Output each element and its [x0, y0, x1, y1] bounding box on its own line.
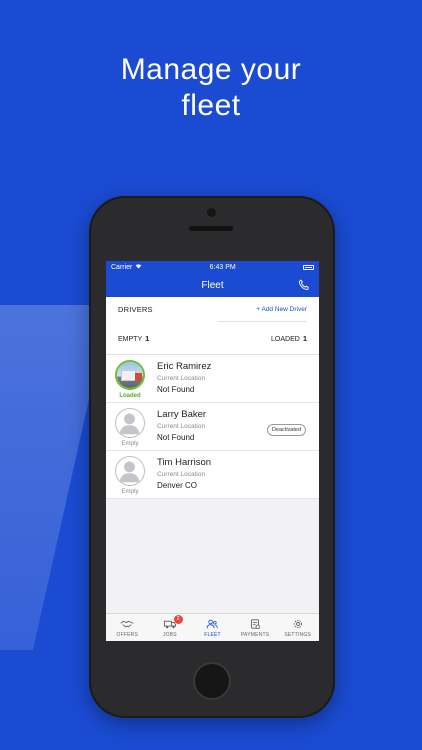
- location-label: Current Location: [157, 375, 206, 382]
- truck-trailer: [121, 370, 136, 381]
- carrier-label: Carrier: [111, 263, 133, 271]
- add-new-driver-button[interactable]: + Add New Driver: [256, 306, 307, 313]
- home-button[interactable]: [193, 662, 231, 700]
- counts-row: EMPTY 1 LOADED 1: [118, 322, 307, 354]
- nav-title: Fleet: [201, 279, 224, 291]
- headline-line-1: Manage your: [120, 53, 302, 86]
- phone-frame: Carrier 6:43 PM Fleet DRIVERS + Add New …: [89, 196, 335, 718]
- driver-row[interactable]: Loaded Eric Ramirez Current Location Not…: [106, 355, 319, 403]
- driver-status: Empty: [121, 441, 139, 447]
- location-label: Current Location: [157, 471, 206, 478]
- status-bar: Carrier 6:43 PM: [106, 261, 319, 273]
- driver-name: Larry Baker: [157, 409, 207, 420]
- tab-label: FLEET: [204, 632, 221, 638]
- jobs-badge: 2: [173, 615, 183, 624]
- status-time: 6:43 PM: [209, 263, 236, 271]
- truck-cab: [135, 373, 142, 381]
- driver-status: Empty: [121, 489, 139, 495]
- loaded-label: LOADED: [271, 335, 300, 343]
- phone-call-icon[interactable]: [297, 278, 311, 292]
- phone-speaker: [189, 226, 233, 231]
- tab-bar: OFFERS 2 JOBS FLEET PAYMENTS SETTINGS: [106, 613, 319, 641]
- tab-offers[interactable]: OFFERS: [106, 614, 149, 641]
- truck-photo: [117, 362, 143, 388]
- payments-icon: [251, 619, 261, 630]
- tab-label: SETTINGS: [284, 632, 311, 638]
- headline: Manage your fleet: [0, 52, 422, 124]
- driver-name: Eric Ramirez: [157, 361, 212, 372]
- empty-count: 1: [145, 333, 150, 343]
- empty-count-group: EMPTY 1: [118, 334, 149, 343]
- tab-jobs[interactable]: 2 JOBS: [149, 614, 192, 641]
- wifi-icon: [135, 263, 142, 271]
- empty-label: EMPTY: [118, 335, 143, 343]
- people-icon: [207, 619, 219, 629]
- tab-settings[interactable]: SETTINGS: [276, 614, 319, 641]
- drivers-label: DRIVERS: [118, 304, 153, 314]
- battery-icon: [303, 264, 314, 270]
- tab-label: PAYMENTS: [240, 632, 270, 638]
- drivers-summary: DRIVERS + Add New Driver EMPTY 1 LOADED 1: [106, 297, 319, 355]
- tab-fleet[interactable]: FLEET: [191, 614, 234, 641]
- gear-icon: [293, 619, 302, 629]
- driver-avatar-truck-photo: [115, 360, 145, 390]
- phone-camera: [207, 208, 216, 217]
- driver-name: Tim Harrison: [157, 457, 212, 468]
- tab-payments[interactable]: PAYMENTS: [234, 614, 277, 641]
- app-screen: Carrier 6:43 PM Fleet DRIVERS + Add New …: [106, 261, 319, 641]
- headline-line-2: fleet: [181, 89, 241, 122]
- loaded-count-group: LOADED 1: [271, 334, 307, 343]
- avatar-placeholder-icon: [115, 408, 145, 438]
- driver-status: Loaded: [119, 393, 141, 399]
- driver-row[interactable]: Empty Tim Harrison Current Location Denv…: [106, 451, 319, 499]
- location-value: Not Found: [157, 433, 195, 442]
- deactivated-badge: Deactivated: [266, 424, 306, 436]
- loaded-count: 1: [302, 333, 307, 343]
- handshake-icon: [120, 620, 134, 628]
- location-value: Not Found: [157, 385, 195, 394]
- drivers-header-row: DRIVERS + Add New Driver: [118, 297, 307, 322]
- driver-row[interactable]: Empty Larry Baker Current Location Not F…: [106, 403, 319, 451]
- status-left: Carrier: [111, 263, 142, 271]
- nav-bar: Fleet: [106, 273, 319, 297]
- location-value: Denver CO: [157, 481, 198, 490]
- location-label: Current Location: [157, 423, 206, 430]
- avatar-placeholder-icon: [115, 456, 145, 486]
- tab-label: OFFERS: [116, 632, 139, 638]
- tab-label: JOBS: [162, 632, 177, 638]
